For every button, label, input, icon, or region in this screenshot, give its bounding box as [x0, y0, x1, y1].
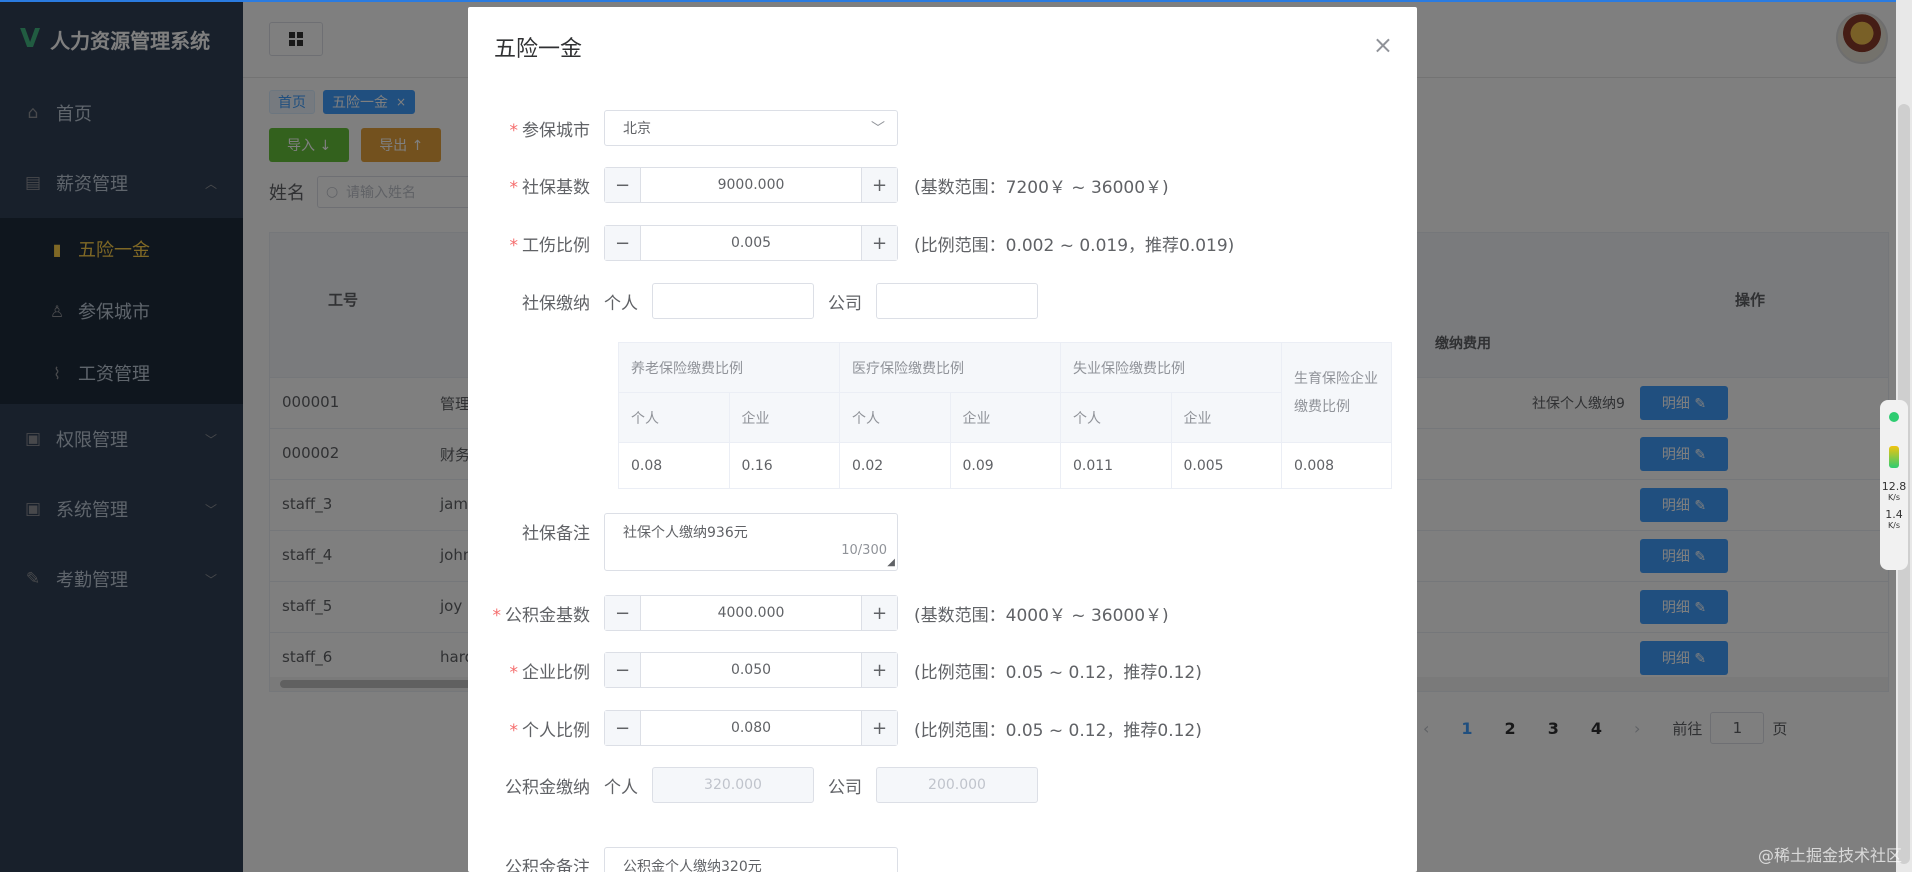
si-note-value: 社保个人缴纳936元 — [623, 525, 748, 541]
si-personal-input[interactable] — [652, 283, 814, 319]
hf-note-value: 公积金个人缴纳320元 — [623, 859, 762, 872]
rates-sub-personal: 个人 — [839, 392, 951, 443]
hf-personal-input[interactable]: 320.000 — [652, 767, 814, 803]
si-company-input[interactable] — [876, 283, 1038, 319]
hf-payment-row: 公积金缴纳 个人 320.000 公司 200.000 — [468, 767, 1052, 803]
rate-cell: 0.008 — [1281, 442, 1392, 489]
personal-ratio-value[interactable]: 0.080 — [641, 711, 861, 745]
hf-base-stepper[interactable]: − 4000.000 + — [604, 595, 898, 631]
increment-button[interactable]: + — [861, 226, 897, 260]
hf-note-textarea[interactable]: 公积金个人缴纳320元 — [604, 847, 898, 872]
rate-cell: 0.005 — [1170, 442, 1282, 489]
resize-grip-icon[interactable]: ◢ — [887, 557, 895, 568]
rates-sub-company: 企业 — [949, 392, 1061, 443]
hf-base-value[interactable]: 4000.000 — [641, 596, 861, 630]
city-value: 北京 — [623, 121, 651, 137]
upload-unit: K/s — [1887, 493, 1901, 502]
rates-header-unemployment: 失业保险缴费比例 — [1060, 342, 1282, 393]
network-speed-widget: 12.8 K/s 1.4 K/s — [1880, 400, 1908, 570]
injury-ratio-row: * 工伤比例 − 0.005 + (比例范围：0.002 ~ 0.019，推荐0.… — [468, 225, 1234, 261]
upload-speed: 12.8 — [1881, 480, 1907, 493]
injury-ratio-label: * 工伤比例 — [509, 235, 591, 256]
personal-ratio-stepper[interactable]: − 0.080 + — [604, 710, 898, 746]
decrement-button[interactable]: − — [605, 168, 641, 202]
city-select[interactable]: 北京 ﹀ — [604, 110, 898, 146]
status-dot-icon — [1889, 412, 1899, 422]
rate-cell: 0.08 — [618, 442, 730, 489]
rates-sub-personal: 个人 — [618, 392, 730, 443]
company-ratio-label: * 企业比例 — [509, 662, 591, 683]
chevron-down-icon: ﹀ — [871, 121, 885, 137]
signal-bar-icon — [1889, 446, 1899, 468]
city-label: * 参保城市 — [509, 120, 591, 141]
si-base-stepper[interactable]: − 9000.000 + — [604, 167, 898, 203]
hf-base-row: * 公积金基数 − 4000.000 + (基数范围：4000￥ ~ 36000￥… — [468, 595, 1169, 631]
decrement-button[interactable]: − — [605, 711, 641, 745]
hf-base-hint: (基数范围：4000￥ ~ 36000￥) — [914, 605, 1169, 626]
rates-sub-company: 企业 — [728, 392, 840, 443]
si-base-row: * 社保基数 − 9000.000 + (基数范围：7200￥ ~ 36000￥) — [468, 167, 1169, 203]
increment-button[interactable]: + — [861, 596, 897, 630]
increment-button[interactable]: + — [861, 168, 897, 202]
personal-label: 个人 — [604, 777, 638, 798]
personal-ratio-row: * 个人比例 − 0.080 + (比例范围：0.05 ~ 0.12，推荐0.12… — [468, 710, 1202, 746]
si-payment-row: 社保缴纳 个人 公司 — [468, 283, 1052, 319]
rates-header-pension: 养老保险缴费比例 — [618, 342, 840, 393]
char-count: 10/300 — [841, 543, 887, 558]
si-payment-label: 社保缴纳 — [522, 293, 590, 314]
decrement-button[interactable]: − — [605, 226, 641, 260]
hf-note-label: 公积金备注 — [505, 858, 590, 872]
company-ratio-hint: (比例范围：0.05 ~ 0.12，推荐0.12) — [914, 662, 1202, 683]
hf-note-row: 公积金备注 公积金个人缴纳320元 — [468, 847, 898, 872]
company-ratio-value[interactable]: 0.050 — [641, 653, 861, 687]
hf-payment-label: 公积金缴纳 — [505, 777, 590, 798]
download-unit: K/s — [1887, 521, 1901, 530]
decrement-button[interactable]: − — [605, 596, 641, 630]
rates-sub-personal: 个人 — [1060, 392, 1172, 443]
top-progress-line — [0, 0, 1912, 2]
hf-base-label: * 公积金基数 — [492, 605, 591, 626]
rates-sub-company: 企业 — [1170, 392, 1282, 443]
rate-cell: 0.02 — [839, 442, 951, 489]
injury-ratio-stepper[interactable]: − 0.005 + — [604, 225, 898, 261]
dialog-title: 五险一金 — [494, 37, 583, 62]
watermark: @稀土掘金技术社区 — [1757, 846, 1902, 865]
rates-header-medical: 医疗保险缴费比例 — [839, 342, 1061, 393]
personal-ratio-hint: (比例范围：0.05 ~ 0.12，推荐0.12) — [914, 720, 1202, 741]
city-row: * 参保城市 北京 ﹀ — [468, 110, 898, 146]
rates-header-maternity: 生育保险企业缴费比例 — [1281, 342, 1392, 443]
si-base-value[interactable]: 9000.000 — [641, 168, 861, 202]
increment-button[interactable]: + — [861, 711, 897, 745]
hf-company-input[interactable]: 200.000 — [876, 767, 1038, 803]
si-note-row: 社保备注 社保个人缴纳936元 10/300 ◢ — [468, 513, 898, 571]
increment-button[interactable]: + — [861, 653, 897, 687]
si-base-label: * 社保基数 — [509, 177, 591, 198]
si-base-hint: (基数范围：7200￥ ~ 36000￥) — [914, 177, 1169, 198]
close-icon[interactable]: × — [1373, 31, 1393, 59]
injury-ratio-value[interactable]: 0.005 — [641, 226, 861, 260]
si-note-textarea[interactable]: 社保个人缴纳936元 10/300 ◢ — [604, 513, 898, 571]
company-label: 公司 — [828, 293, 862, 314]
company-label: 公司 — [828, 777, 862, 798]
rates-values-row: 0.08 0.16 0.02 0.09 0.011 0.005 0.008 — [618, 442, 1392, 489]
company-ratio-stepper[interactable]: − 0.050 + — [604, 652, 898, 688]
rate-cell: 0.011 — [1060, 442, 1172, 489]
si-note-label: 社保备注 — [522, 524, 590, 544]
insurance-dialog: 五险一金 × * 参保城市 北京 ﹀ * 社保基数 − 9000.000 + (基数… — [468, 7, 1417, 872]
personal-label: 个人 — [604, 293, 638, 314]
rate-cell: 0.16 — [728, 442, 840, 489]
company-ratio-row: * 企业比例 − 0.050 + (比例范围：0.05 ~ 0.12，推荐0.12… — [468, 652, 1202, 688]
rate-cell: 0.09 — [949, 442, 1061, 489]
injury-ratio-hint: (比例范围：0.002 ~ 0.019，推荐0.019) — [914, 235, 1235, 256]
download-speed: 1.4 — [1885, 508, 1903, 521]
rates-table: 养老保险缴费比例 医疗保险缴费比例 失业保险缴费比例 生育保险企业缴费比例 个人… — [618, 342, 1392, 489]
decrement-button[interactable]: − — [605, 653, 641, 687]
personal-ratio-label: * 个人比例 — [509, 720, 591, 741]
